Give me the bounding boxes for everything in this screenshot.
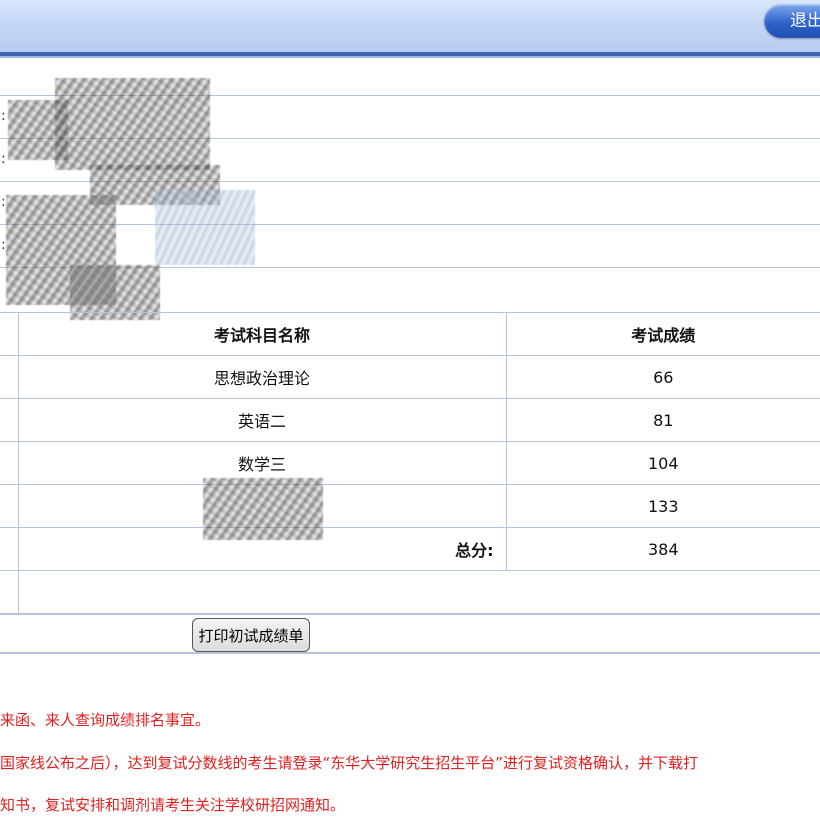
table-cell [0, 441, 19, 485]
score-cell: 81 [505, 398, 820, 442]
info-colon: : [1, 194, 6, 210]
print-score-report-button[interactable]: 打印初试成绩单 [192, 618, 310, 652]
notice-line: 来函、来人查询成绩排名事宜。 [0, 711, 211, 729]
total-score: 384 [505, 527, 820, 571]
table-cell [0, 484, 19, 528]
table-header-row: 考试科目名称 考试成绩 [0, 312, 820, 356]
notice-line: 国家线公布之后），达到复试分数线的考生请登录“东华大学研究生招生平台”进行复试资… [0, 754, 699, 772]
redaction-scribble [155, 190, 255, 265]
table-cell [17, 570, 820, 614]
logout-button[interactable]: 退出 [764, 4, 820, 38]
redaction-scribble [55, 78, 210, 170]
notice-line: 知书，复试安排和调剂请考生关注学校研招网通知。 [0, 796, 346, 814]
info-row: : [0, 224, 820, 267]
top-header-bar [0, 0, 820, 56]
redaction-scribble [8, 100, 68, 160]
redaction-scribble [203, 478, 323, 540]
table-row: 133 [0, 484, 820, 528]
table-row: 数学三 104 [0, 441, 820, 485]
table-row: 英语二 81 [0, 398, 820, 442]
info-colon: : [1, 237, 6, 253]
info-colon: : [1, 108, 6, 124]
subject-cell: 思想政治理论 [17, 355, 507, 399]
table-cell [0, 355, 19, 399]
subject-cell: 英语二 [17, 398, 507, 442]
score-cell: 66 [505, 355, 820, 399]
total-row: 总分: 384 [0, 527, 820, 571]
score-cell: 133 [505, 484, 820, 528]
score-table: 考试科目名称 考试成绩 思想政治理论 66 英语二 81 数学三 104 133… [0, 312, 820, 614]
score-cell: 104 [505, 441, 820, 485]
column-header-subject: 考试科目名称 [17, 312, 507, 356]
info-colon: : [1, 151, 6, 167]
table-cell [0, 527, 19, 571]
column-header-score: 考试成绩 [505, 312, 820, 356]
table-cell [0, 570, 19, 614]
header-divider-secondary [0, 56, 820, 58]
table-row-empty [0, 570, 820, 614]
table-cell [0, 398, 19, 442]
table-row: 思想政治理论 66 [0, 355, 820, 399]
table-cell [0, 312, 19, 356]
print-button-row: 打印初试成绩单 [0, 614, 820, 654]
